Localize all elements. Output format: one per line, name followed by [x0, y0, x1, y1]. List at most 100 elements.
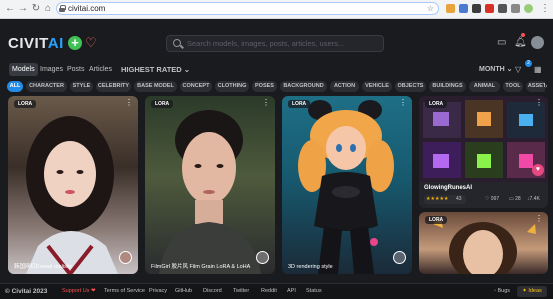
extension-icon[interactable]: [498, 4, 507, 13]
tag-style[interactable]: STYLE: [70, 81, 93, 92]
creator-avatar[interactable]: [256, 251, 269, 264]
like-heart-icon[interactable]: ♥: [532, 164, 544, 176]
terms-link[interactable]: Terms of Service: [104, 284, 145, 299]
rating-stars: ★★★★★: [426, 196, 449, 202]
tag-background[interactable]: BACKGROUND: [280, 81, 327, 92]
model-card[interactable]: LORA ⋮ ♥ GlowingRunesAI ★★★★★ 43 ♡ 997 ▭…: [419, 96, 548, 208]
support-us-link[interactable]: Support Us ❤: [62, 284, 96, 299]
tag-all[interactable]: ALL: [7, 81, 23, 92]
puzzle-icon[interactable]: [511, 4, 520, 13]
more-options-icon[interactable]: ⋮: [535, 99, 543, 107]
bell-icon[interactable]: 🔔︎: [514, 36, 527, 50]
card-type-badge: LORA: [14, 100, 37, 108]
heart-icon[interactable]: ♡: [85, 35, 97, 51]
extension-icon[interactable]: [485, 4, 494, 13]
back-icon[interactable]: ←: [4, 2, 16, 15]
chevron-down-icon: ⌄: [183, 65, 191, 74]
sort-dropdown[interactable]: HIGHEST RATED ⌄: [121, 63, 190, 76]
civitai-logo[interactable]: CIVITAI: [8, 36, 64, 52]
filter-icon[interactable]: ▽: [515, 63, 521, 76]
reload-icon[interactable]: ↻: [30, 2, 42, 15]
tab-articles[interactable]: Articles: [86, 63, 115, 76]
more-options-icon[interactable]: ⋮: [262, 99, 270, 107]
tag-clothing[interactable]: CLOTHING: [215, 81, 249, 92]
card-title: 韩国网红Kawaii realistic: [14, 264, 73, 270]
profile-icon[interactable]: [524, 4, 533, 13]
chevron-right-icon[interactable]: ›: [545, 81, 553, 92]
stat-comments: ▭ 28: [509, 195, 521, 204]
tab-posts[interactable]: Posts: [64, 63, 88, 76]
lightbulb-icon: ✦: [522, 288, 527, 294]
tag-concept[interactable]: CONCEPT: [180, 81, 212, 92]
home-icon[interactable]: ⌂: [42, 2, 54, 15]
tag-animal[interactable]: ANIMAL: [469, 81, 500, 92]
period-dropdown[interactable]: MONTH ⌄: [479, 63, 512, 76]
model-card[interactable]: LORA ⋮ 韩国网红Kawaii realistic: [8, 96, 138, 274]
extension-icon[interactable]: [472, 4, 481, 13]
card-type-badge: LORA: [288, 100, 311, 108]
more-options-icon[interactable]: ⋮: [399, 99, 407, 107]
tab-models[interactable]: Models: [9, 63, 38, 76]
tag-vehicle[interactable]: VEHICLE: [362, 81, 392, 92]
bookmark-star-icon[interactable]: ☆: [427, 3, 434, 14]
tag-celebrity[interactable]: CELEBRITY: [96, 81, 131, 92]
user-avatar[interactable]: [531, 36, 544, 49]
comment-icon: ▭: [509, 196, 514, 202]
more-options-icon[interactable]: ⋮: [535, 215, 543, 223]
stat-comments-value: 28: [515, 196, 521, 202]
creator-avatar[interactable]: [393, 251, 406, 264]
url-text: civitai.com: [68, 4, 106, 13]
card-title: GlowingRunesAI: [424, 185, 472, 191]
upload-icon[interactable]: ▭: [497, 36, 506, 50]
tag-character[interactable]: CHARACTER: [26, 81, 67, 92]
discord-link[interactable]: Discord: [203, 284, 222, 299]
status-link[interactable]: Status: [306, 284, 322, 299]
rating-badge: ★★★★★ 43: [424, 195, 466, 204]
model-card[interactable]: LORA ⋮ 3D rendering style: [282, 96, 412, 274]
ideas-button[interactable]: ✦ Ideas: [517, 286, 547, 297]
card-type-badge: LORA: [425, 100, 448, 108]
filter-bar: Models Images Posts Articles HIGHEST RAT…: [0, 60, 553, 78]
bug-icon: ◦: [494, 288, 496, 294]
create-plus-icon[interactable]: +: [68, 36, 82, 50]
tag-tool[interactable]: TOOL: [503, 81, 523, 92]
browser-toolbar: ← → ↻ ⌂ civitai.com ☆ ⋮: [0, 0, 553, 19]
tag-base-model[interactable]: BASE MODEL: [134, 81, 177, 92]
sort-label: HIGHEST RATED: [121, 65, 182, 74]
notification-dot: [521, 33, 525, 37]
bugs-label: Bugs: [497, 288, 511, 294]
address-bar[interactable]: civitai.com ☆: [56, 2, 439, 15]
github-link[interactable]: GitHub: [175, 284, 192, 299]
api-link[interactable]: API: [287, 284, 296, 299]
tag-action[interactable]: ACTION: [330, 81, 359, 92]
twitter-link[interactable]: Twitter: [233, 284, 249, 299]
tag-poses[interactable]: POSES: [252, 81, 277, 92]
logo-text: CIVIT: [8, 35, 48, 52]
tag-objects[interactable]: OBJECTS: [395, 81, 426, 92]
lock-body-icon: [59, 8, 65, 12]
ideas-label: Ideas: [528, 288, 542, 294]
model-card[interactable]: LORA ⋮ FilmGirl 胶片风 Film Grain LoRA & Lo…: [145, 96, 275, 274]
menu-icon[interactable]: ⋮: [539, 2, 551, 15]
forward-icon[interactable]: →: [17, 2, 29, 15]
creator-avatar[interactable]: [119, 251, 132, 264]
card-type-badge: LORA: [425, 216, 448, 224]
tag-buildings[interactable]: BUILDINGS: [429, 81, 466, 92]
site-footer: © Civitai 2023 Support Us ❤ Terms of Ser…: [0, 283, 553, 299]
card-title: FilmGirl 胶片风 Film Grain LoRA & LoHA: [151, 264, 251, 270]
filter-count-badge: 2: [525, 60, 532, 67]
privacy-link[interactable]: Privacy: [149, 284, 167, 299]
search-input[interactable]: Search models, images, posts, articles, …: [166, 35, 384, 52]
more-options-icon[interactable]: ⋮: [125, 99, 133, 107]
site-header: CIVITAI + ♡ Search models, images, posts…: [0, 19, 553, 61]
card-title: 3D rendering style: [288, 264, 333, 270]
reddit-link[interactable]: Reddit: [261, 284, 277, 299]
copyright: © Civitai 2023: [5, 288, 48, 295]
extension-icon[interactable]: [446, 4, 455, 13]
extension-icon[interactable]: [459, 4, 468, 13]
model-card[interactable]: LORA ⋮: [419, 212, 548, 274]
bugs-link[interactable]: ◦ Bugs: [494, 284, 510, 299]
layout-grid-icon[interactable]: ▦: [534, 63, 542, 76]
tab-images[interactable]: Images: [37, 63, 66, 76]
search-placeholder: Search models, images, posts, articles, …: [187, 39, 345, 48]
